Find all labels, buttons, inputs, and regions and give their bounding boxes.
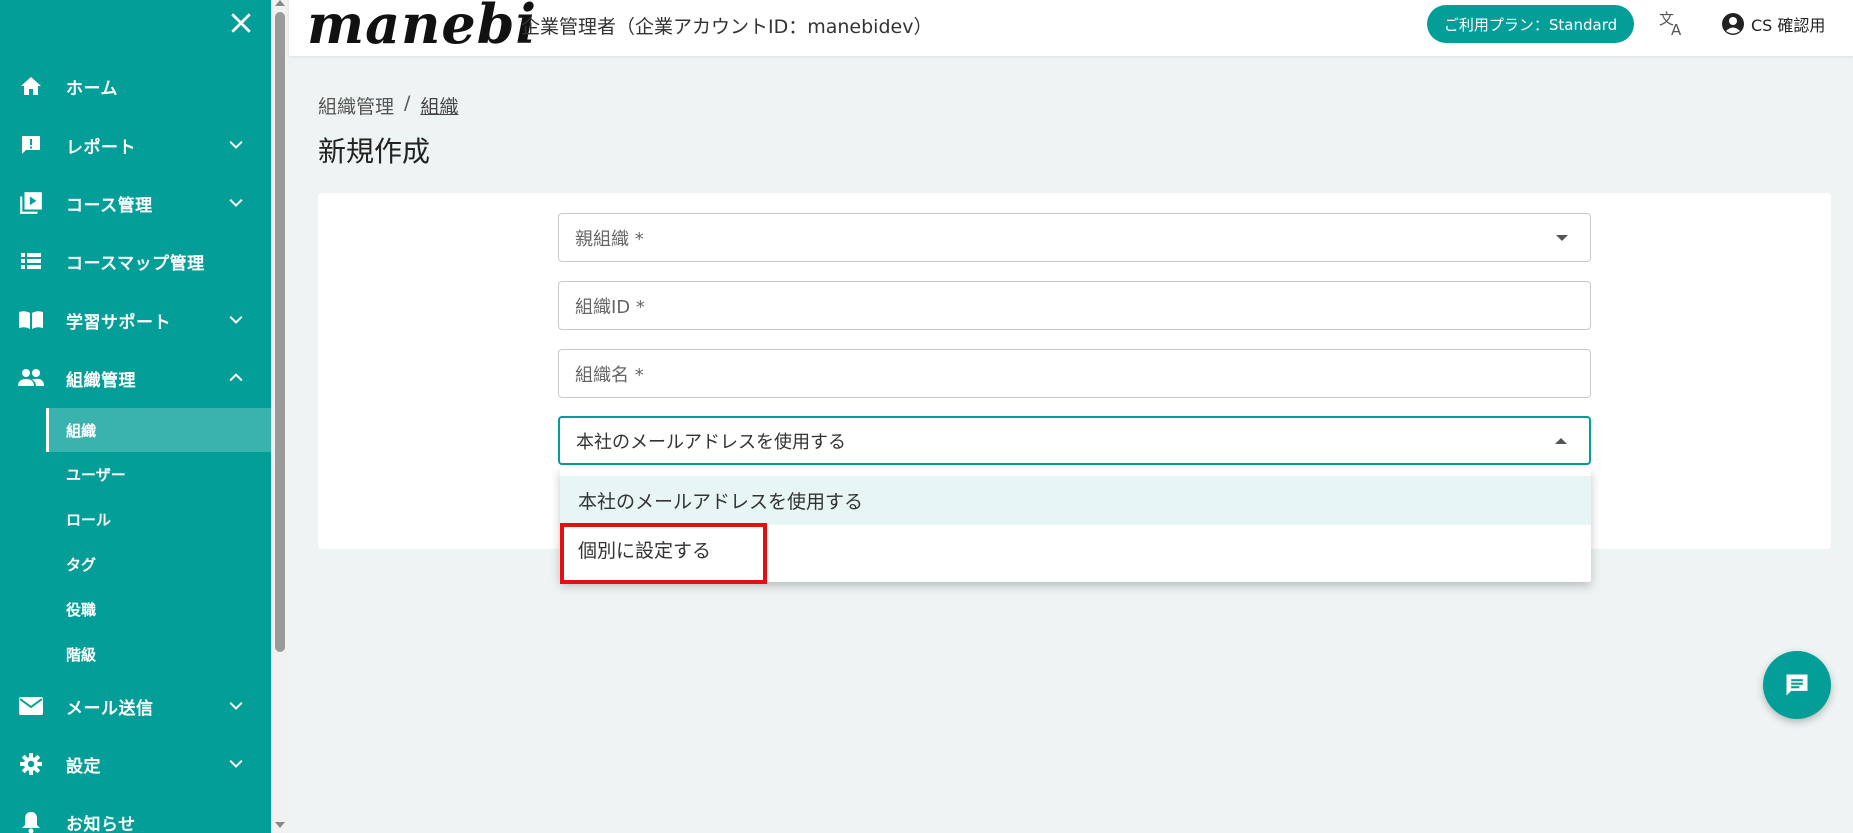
dropdown-option-set-individually[interactable]: 個別に設定する (560, 525, 1591, 574)
org-name-label: 組織名 * (575, 364, 644, 386)
org-name-field[interactable]: 組織名 * (558, 349, 1591, 398)
chevron-down-icon[interactable] (226, 754, 246, 774)
sidebar-item-label: お知らせ (66, 814, 136, 833)
breadcrumb-separator: / (404, 92, 411, 114)
people-icon (17, 364, 45, 392)
breadcrumb-parent: 組織管理 (318, 96, 395, 118)
page-title: 新規作成 (318, 135, 431, 168)
close-icon[interactable] (226, 8, 256, 38)
sidebar-item-org-management[interactable]: 組織管理 (0, 354, 271, 402)
svg-text:A: A (1671, 21, 1682, 38)
dropdown-option-use-hq-email[interactable]: 本社のメールアドレスを使用する (560, 476, 1591, 525)
sidebar-item-settings[interactable]: 設定 (0, 740, 271, 788)
email-setting-value: 本社のメールアドレスを使用する (576, 431, 846, 453)
org-id-label: 組織ID * (575, 296, 645, 318)
sidebar-item-home[interactable]: ホーム (0, 62, 271, 110)
sidebar-subitem-users[interactable]: ユーザー (46, 452, 271, 496)
sidebar-subitem-label: 役職 (66, 600, 97, 619)
sidebar-subitem-label: ロール (66, 510, 112, 529)
top-header: manebi 企業管理者（企業アカウントID：manebidev） ご利用プラン… (289, 0, 1853, 56)
sidebar-subitem-tags[interactable]: タグ (46, 542, 271, 586)
app-logo[interactable]: manebi (307, 0, 537, 56)
scroll-up-icon[interactable] (275, 0, 285, 6)
chevron-down-icon[interactable] (226, 310, 246, 330)
sidebar-subitem-label: ユーザー (66, 465, 126, 484)
scroll-down-icon[interactable] (275, 822, 285, 828)
email-setting-select[interactable]: 本社のメールアドレスを使用する (558, 416, 1591, 465)
company-info: 企業管理者（企業アカウントID：manebidev） (521, 16, 933, 38)
plan-badge[interactable]: ご利用プラン：Standard (1427, 5, 1634, 43)
sidebar-item-label: ホーム (66, 78, 118, 99)
sidebar-scrollbar[interactable] (271, 0, 289, 833)
chevron-down-icon[interactable] (226, 135, 246, 155)
sidebar-item-learning-support[interactable]: 学習サポート (0, 296, 271, 344)
user-name: CS 確認用 (1751, 16, 1826, 35)
org-id-field[interactable]: 組織ID * (558, 281, 1591, 330)
user-menu[interactable]: CS 確認用 (1721, 10, 1825, 38)
sidebar-item-report[interactable]: レポート (0, 121, 271, 169)
sidebar-subitem-org[interactable]: 組織 (46, 408, 271, 452)
book-icon (17, 306, 45, 334)
chevron-up-icon[interactable] (226, 368, 246, 388)
sidebar-item-coursemap[interactable]: コースマップ管理 (0, 237, 271, 285)
translate-icon[interactable]: 文 A (1657, 8, 1687, 38)
caret-up-icon (1555, 438, 1567, 444)
breadcrumb-current-link[interactable]: 組織 (420, 92, 458, 119)
sidebar-item-notice[interactable]: お知らせ (0, 798, 271, 833)
sidebar-item-label: 設定 (66, 756, 101, 777)
caret-down-icon (1556, 235, 1568, 241)
home-icon (17, 72, 45, 100)
account-circle-icon (1722, 13, 1744, 35)
mail-icon (17, 692, 45, 720)
chevron-down-icon[interactable] (226, 696, 246, 716)
sidebar-subitem-label: 階級 (66, 645, 97, 664)
breadcrumb: 組織管理 / 組織 (318, 92, 458, 119)
sidebar-item-label: メール送信 (66, 698, 154, 719)
gear-icon (17, 750, 45, 778)
bell-icon (17, 808, 45, 833)
sidebar-subitem-ranks[interactable]: 階級 (46, 632, 271, 676)
sidebar-subitem-label: タグ (66, 555, 97, 574)
list-icon (17, 247, 45, 275)
sidebar-subitem-label: 組織 (66, 421, 97, 440)
sidebar-item-label: コースマップ管理 (66, 253, 205, 274)
chat-icon (1786, 674, 1808, 696)
course-icon (17, 189, 45, 217)
parent-org-select[interactable]: 親組織 * (558, 213, 1591, 262)
sidebar-subitem-roles[interactable]: ロール (46, 497, 271, 541)
sidebar-item-course[interactable]: コース管理 (0, 179, 271, 227)
sidebar-item-mail[interactable]: メール送信 (0, 682, 271, 730)
report-icon (17, 131, 45, 159)
sidebar-item-label: 組織管理 (66, 370, 136, 391)
parent-org-label: 親組織 * (575, 228, 644, 250)
email-setting-dropdown: 本社のメールアドレスを使用する 個別に設定する (560, 468, 1591, 582)
sidebar-item-label: コース管理 (66, 195, 153, 216)
sidebar-item-label: 学習サポート (66, 312, 171, 333)
scrollbar-thumb[interactable] (275, 12, 285, 652)
chevron-down-icon[interactable] (226, 193, 246, 213)
sidebar: ホーム レポート コース管理 コースマップ管理 学習サポート 組織管理 組織 ユ… (0, 0, 271, 833)
sidebar-item-label: レポート (66, 137, 136, 158)
chat-button[interactable] (1763, 651, 1831, 719)
sidebar-subitem-positions[interactable]: 役職 (46, 587, 271, 631)
